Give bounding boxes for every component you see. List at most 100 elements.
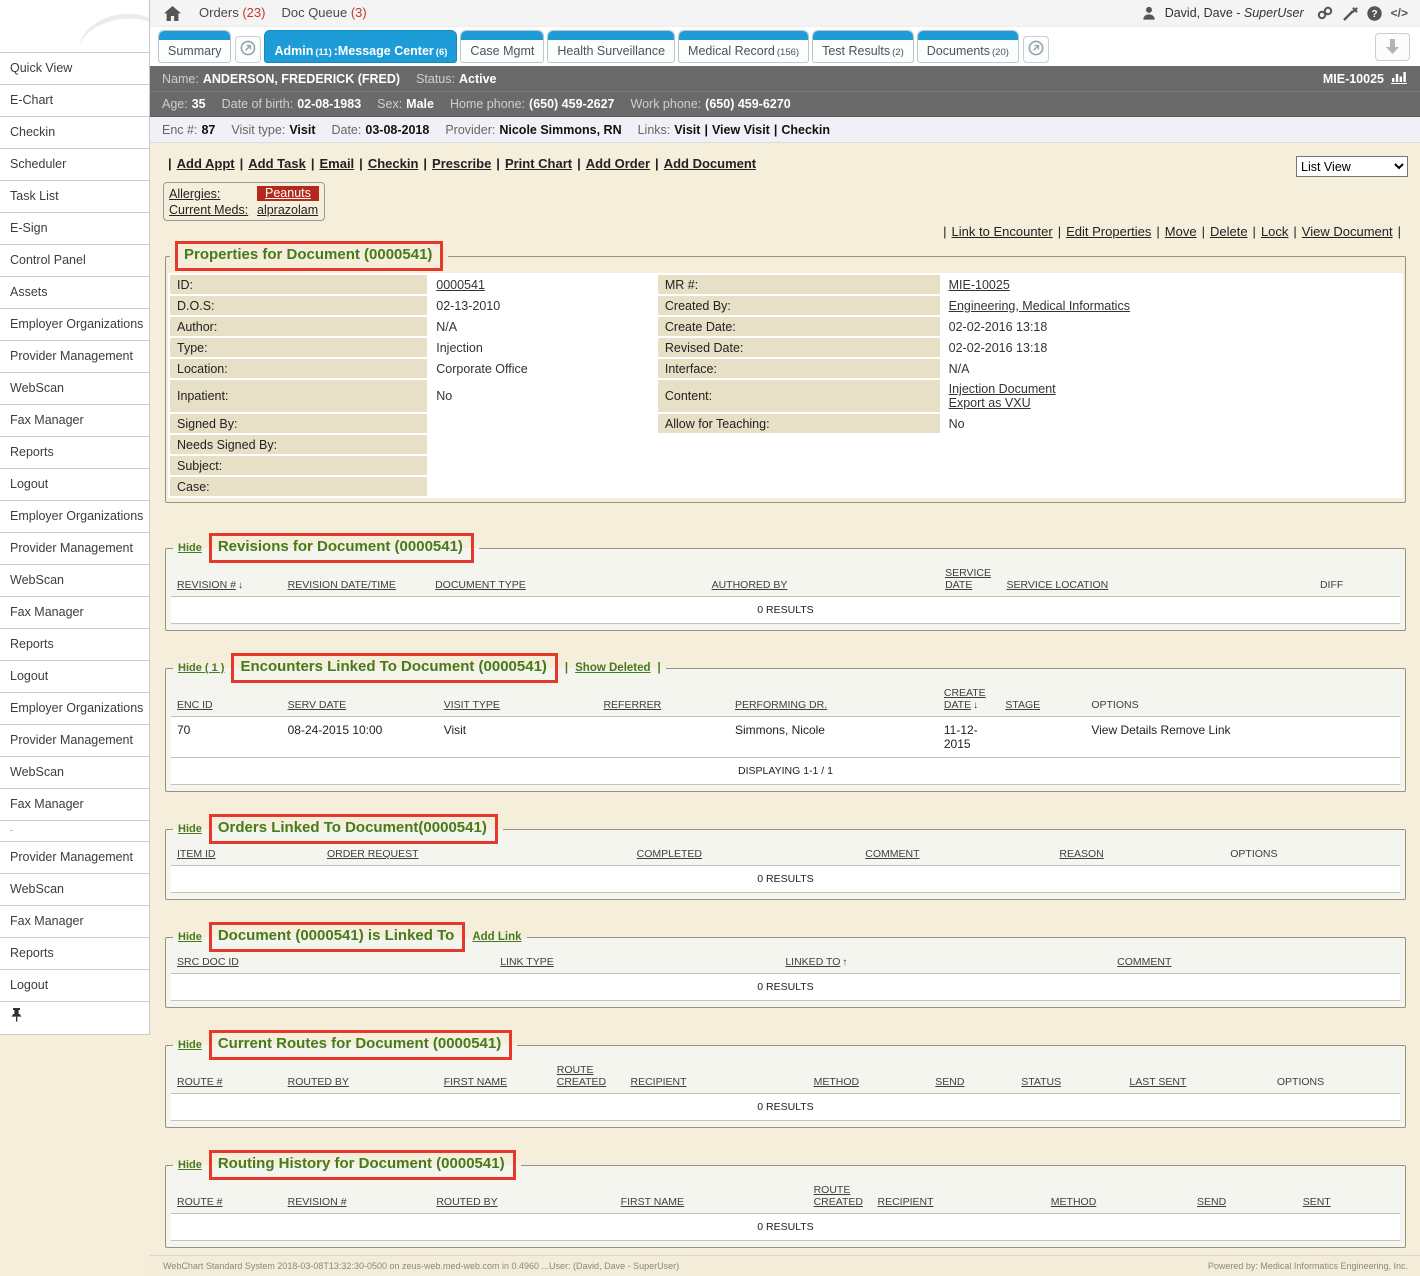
- sidebar-item-employer-organizations[interactable]: Employer Organizations: [0, 501, 149, 533]
- open-in-new-icon[interactable]: [235, 36, 261, 63]
- sidebar-item-provider-management[interactable]: Provider Management: [0, 842, 149, 874]
- column-header-comment[interactable]: COMMENT: [1111, 952, 1400, 974]
- column-header-send[interactable]: SEND: [1191, 1180, 1297, 1214]
- sidebar-item-webscan[interactable]: WebScan: [0, 757, 149, 789]
- doc-action-view-document[interactable]: View Document: [1302, 224, 1393, 239]
- column-header-last-sent[interactable]: LAST SENT: [1123, 1060, 1270, 1094]
- sidebar-item-webscan[interactable]: WebScan: [0, 565, 149, 597]
- tab-admin[interactable]: Admin (11):Message Center (6): [264, 30, 457, 63]
- sidebar-item-employer-organizations[interactable]: Employer Organizations: [0, 309, 149, 341]
- allergy-value-link[interactable]: Peanuts: [257, 186, 319, 201]
- sidebar-item-provider-management[interactable]: Provider Management: [0, 533, 149, 565]
- column-header-comment[interactable]: COMMENT: [859, 844, 1053, 866]
- column-header-revision[interactable]: REVISION #↓: [171, 563, 282, 597]
- action-checkin[interactable]: Checkin: [368, 156, 419, 171]
- chart-stats-icon[interactable]: [1391, 70, 1408, 87]
- sidebar-item-logout[interactable]: Logout: [0, 469, 149, 501]
- allergies-link[interactable]: Allergies:: [169, 187, 251, 201]
- doc-action-delete[interactable]: Delete: [1210, 224, 1248, 239]
- column-header-routed-by[interactable]: ROUTED BY: [282, 1060, 438, 1094]
- sidebar-item-checkin[interactable]: Checkin: [0, 117, 149, 149]
- action-email[interactable]: Email: [319, 156, 354, 171]
- sidebar-item-provider-management[interactable]: Provider Management: [0, 341, 149, 373]
- column-header-sent[interactable]: SENT: [1297, 1180, 1400, 1214]
- column-header-completed[interactable]: COMPLETED: [631, 844, 860, 866]
- sidebar-item-fax-manager[interactable]: Fax Manager: [0, 906, 149, 938]
- column-header-enc-id[interactable]: ENC ID: [171, 683, 282, 717]
- help-icon[interactable]: ?: [1367, 6, 1382, 21]
- show-deleted-link[interactable]: Show Deleted: [575, 662, 650, 674]
- sidebar-item-task-list[interactable]: Task List: [0, 181, 149, 213]
- prop-link-engineering-medical-informatics[interactable]: Engineering, Medical Informatics: [949, 299, 1130, 313]
- column-header-stage[interactable]: STAGE: [999, 683, 1085, 717]
- column-header-method[interactable]: METHOD: [808, 1060, 930, 1094]
- action-print-chart[interactable]: Print Chart: [505, 156, 572, 171]
- sidebar-item-reports[interactable]: Reports: [0, 938, 149, 970]
- column-header-revision[interactable]: REVISION #: [282, 1180, 431, 1214]
- current-meds-link[interactable]: Current Meds:: [169, 203, 251, 217]
- sidebar-item-employer-organizations[interactable]: Employer Organizations: [0, 693, 149, 725]
- column-header-route-created[interactable]: ROUTE CREATED: [808, 1180, 872, 1214]
- column-header-src-doc-id[interactable]: SRC DOC ID: [171, 952, 494, 974]
- column-header-routed-by[interactable]: ROUTED BY: [430, 1180, 614, 1214]
- column-header-route[interactable]: ROUTE #: [171, 1180, 282, 1214]
- doc-action-lock[interactable]: Lock: [1261, 224, 1288, 239]
- column-header-recipient[interactable]: RECIPIENT: [624, 1060, 807, 1094]
- sort-down-icon[interactable]: ↓: [973, 700, 978, 711]
- tab-summary[interactable]: Summary: [158, 30, 231, 63]
- column-header-link-type[interactable]: LINK TYPE: [494, 952, 779, 974]
- sidebar-item-webscan[interactable]: WebScan: [0, 874, 149, 906]
- add-link-link[interactable]: Add Link: [472, 931, 521, 943]
- column-header-route[interactable]: ROUTE #: [171, 1060, 282, 1094]
- column-header-performing-dr[interactable]: PERFORMING DR.: [729, 683, 938, 717]
- prop-link-0000541[interactable]: 0000541: [436, 278, 485, 292]
- doc-action-link-to-encounter[interactable]: Link to Encounter: [952, 224, 1053, 239]
- column-header-item-id[interactable]: ITEM ID: [171, 844, 321, 866]
- wand-icon[interactable]: [1342, 6, 1358, 21]
- column-header-send[interactable]: SEND: [929, 1060, 1015, 1094]
- sidebar-item-reports[interactable]: Reports: [0, 629, 149, 661]
- column-header-service-location[interactable]: SERVICE LOCATION: [1001, 563, 1314, 597]
- sidebar-item-reports[interactable]: Reports: [0, 437, 149, 469]
- action-prescribe[interactable]: Prescribe: [432, 156, 491, 171]
- doc-action-move[interactable]: Move: [1165, 224, 1197, 239]
- sidebar-item-e-sign[interactable]: E-Sign: [0, 213, 149, 245]
- sort-down-icon[interactable]: ↓: [238, 580, 243, 591]
- column-header-recipient[interactable]: RECIPIENT: [872, 1180, 1045, 1214]
- tab-test-results[interactable]: Test Results (2): [812, 30, 914, 63]
- sidebar-item-provider-management[interactable]: Provider Management: [0, 725, 149, 757]
- encounter-link-checkin[interactable]: Checkin: [781, 123, 830, 137]
- prop-link-mie-10025[interactable]: MIE-10025: [949, 278, 1010, 292]
- column-header-serv-date[interactable]: SERV DATE: [282, 683, 438, 717]
- open-in-new-icon[interactable]: [1023, 36, 1049, 63]
- action-add-appt[interactable]: Add Appt: [177, 156, 235, 171]
- hide-link-encounters[interactable]: Hide ( 1 ): [178, 662, 224, 674]
- nav-item-doc-queue[interactable]: Doc Queue (3): [281, 4, 366, 21]
- column-header-first-name[interactable]: FIRST NAME: [615, 1180, 808, 1214]
- hide-link-routes[interactable]: Hide: [178, 1039, 202, 1051]
- prop-link-injection-document[interactable]: Injection Document: [949, 382, 1056, 396]
- action-add-document[interactable]: Add Document: [664, 156, 756, 171]
- hide-link-revisions[interactable]: Hide: [178, 542, 202, 554]
- column-header-authored-by[interactable]: AUTHORED BY: [706, 563, 940, 597]
- column-header-referrer[interactable]: REFERRER: [597, 683, 729, 717]
- action-add-order[interactable]: Add Order: [586, 156, 650, 171]
- sidebar-item-webscan[interactable]: WebScan: [0, 373, 149, 405]
- sidebar-item-scheduler[interactable]: Scheduler: [0, 149, 149, 181]
- column-header-service-date[interactable]: SERVICE DATE: [939, 563, 1000, 597]
- prop-link-export-as-vxu[interactable]: Export as VXU: [949, 396, 1031, 410]
- nav-item-orders[interactable]: Orders (23): [199, 4, 265, 21]
- sidebar-item-fax-manager[interactable]: Fax Manager: [0, 405, 149, 437]
- column-header-visit-type[interactable]: VISIT TYPE: [438, 683, 598, 717]
- column-header-route-created[interactable]: ROUTE CREATED: [551, 1060, 625, 1094]
- sidebar-item-fax-manager[interactable]: Fax Manager: [0, 597, 149, 629]
- column-header-linked-to[interactable]: LINKED TO↑: [779, 952, 1111, 974]
- hide-link-orders[interactable]: Hide: [178, 823, 202, 835]
- encounter-link-view-visit[interactable]: View Visit: [712, 123, 770, 137]
- column-header-status[interactable]: STATUS: [1015, 1060, 1123, 1094]
- sidebar-item-quick-view[interactable]: Quick View: [0, 53, 149, 85]
- download-button[interactable]: [1375, 33, 1410, 61]
- column-header-document-type[interactable]: DOCUMENT TYPE: [429, 563, 706, 597]
- hide-link-history[interactable]: Hide: [178, 1159, 202, 1171]
- tab-documents[interactable]: Documents (20): [917, 30, 1019, 63]
